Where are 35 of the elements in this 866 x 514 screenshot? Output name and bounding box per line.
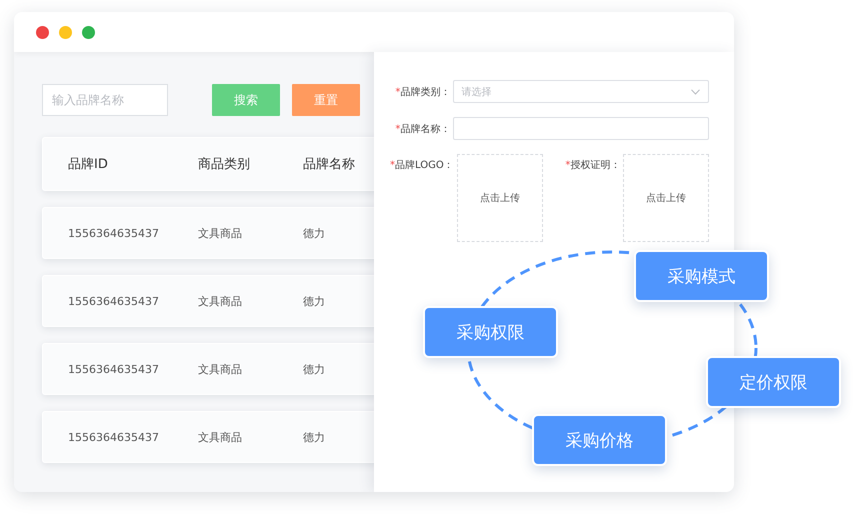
table-row[interactable]: 1556364635437 文具商品 德力	[42, 411, 374, 463]
search-field[interactable]: 输入品牌名称	[42, 84, 168, 116]
input-field[interactable]	[453, 117, 709, 140]
column-header: 品牌名称	[303, 156, 356, 173]
table-cell-text: 文具商品	[198, 430, 243, 444]
diagram-node: 采购模式	[634, 250, 769, 302]
window-control-button[interactable]	[59, 26, 72, 38]
column-header: 品牌ID	[68, 156, 109, 173]
diagram-node: 采购价格	[532, 414, 667, 466]
table-cell-text: 文具商品	[198, 294, 243, 308]
table-row[interactable]: 1556364635437 文具商品 德力	[42, 207, 374, 259]
table-row[interactable]: 1556364635437 文具商品 德力	[42, 275, 374, 327]
diagram-node: 采购权限	[423, 306, 558, 358]
field-label: *品牌名称：	[394, 122, 450, 136]
window-control-button[interactable]	[82, 26, 95, 38]
window-control-button[interactable]	[36, 26, 49, 38]
field-label: *品牌类别：	[394, 86, 450, 98]
field-label: *品牌LOGO：	[390, 159, 451, 172]
table-cell-text: 1556364635437	[68, 226, 160, 240]
chevron-down-icon	[691, 88, 700, 94]
table-cell-text: 文具商品	[198, 362, 243, 376]
field-label: *授权证明：	[564, 158, 620, 172]
table-cell-text: 1556364635437	[68, 294, 160, 308]
table-cell-text: 1556364635437	[68, 430, 160, 444]
diagram-node: 定价权限	[706, 356, 841, 408]
table-cell-text: 德力	[303, 362, 326, 376]
table-cell-text: 德力	[303, 430, 326, 444]
table-cell-text: 文具商品	[198, 226, 243, 240]
table-cell-text: 德力	[303, 226, 326, 240]
column-header: 商品类别	[198, 156, 251, 173]
upload-area[interactable]: 点击上传	[457, 154, 543, 242]
table-cell-text: 1556364635437	[68, 362, 160, 376]
table-cell-text: 德力	[303, 294, 326, 308]
upload-area[interactable]: 点击上传	[623, 154, 710, 242]
table-row[interactable]: 1556364635437 文具商品 德力	[42, 343, 374, 395]
